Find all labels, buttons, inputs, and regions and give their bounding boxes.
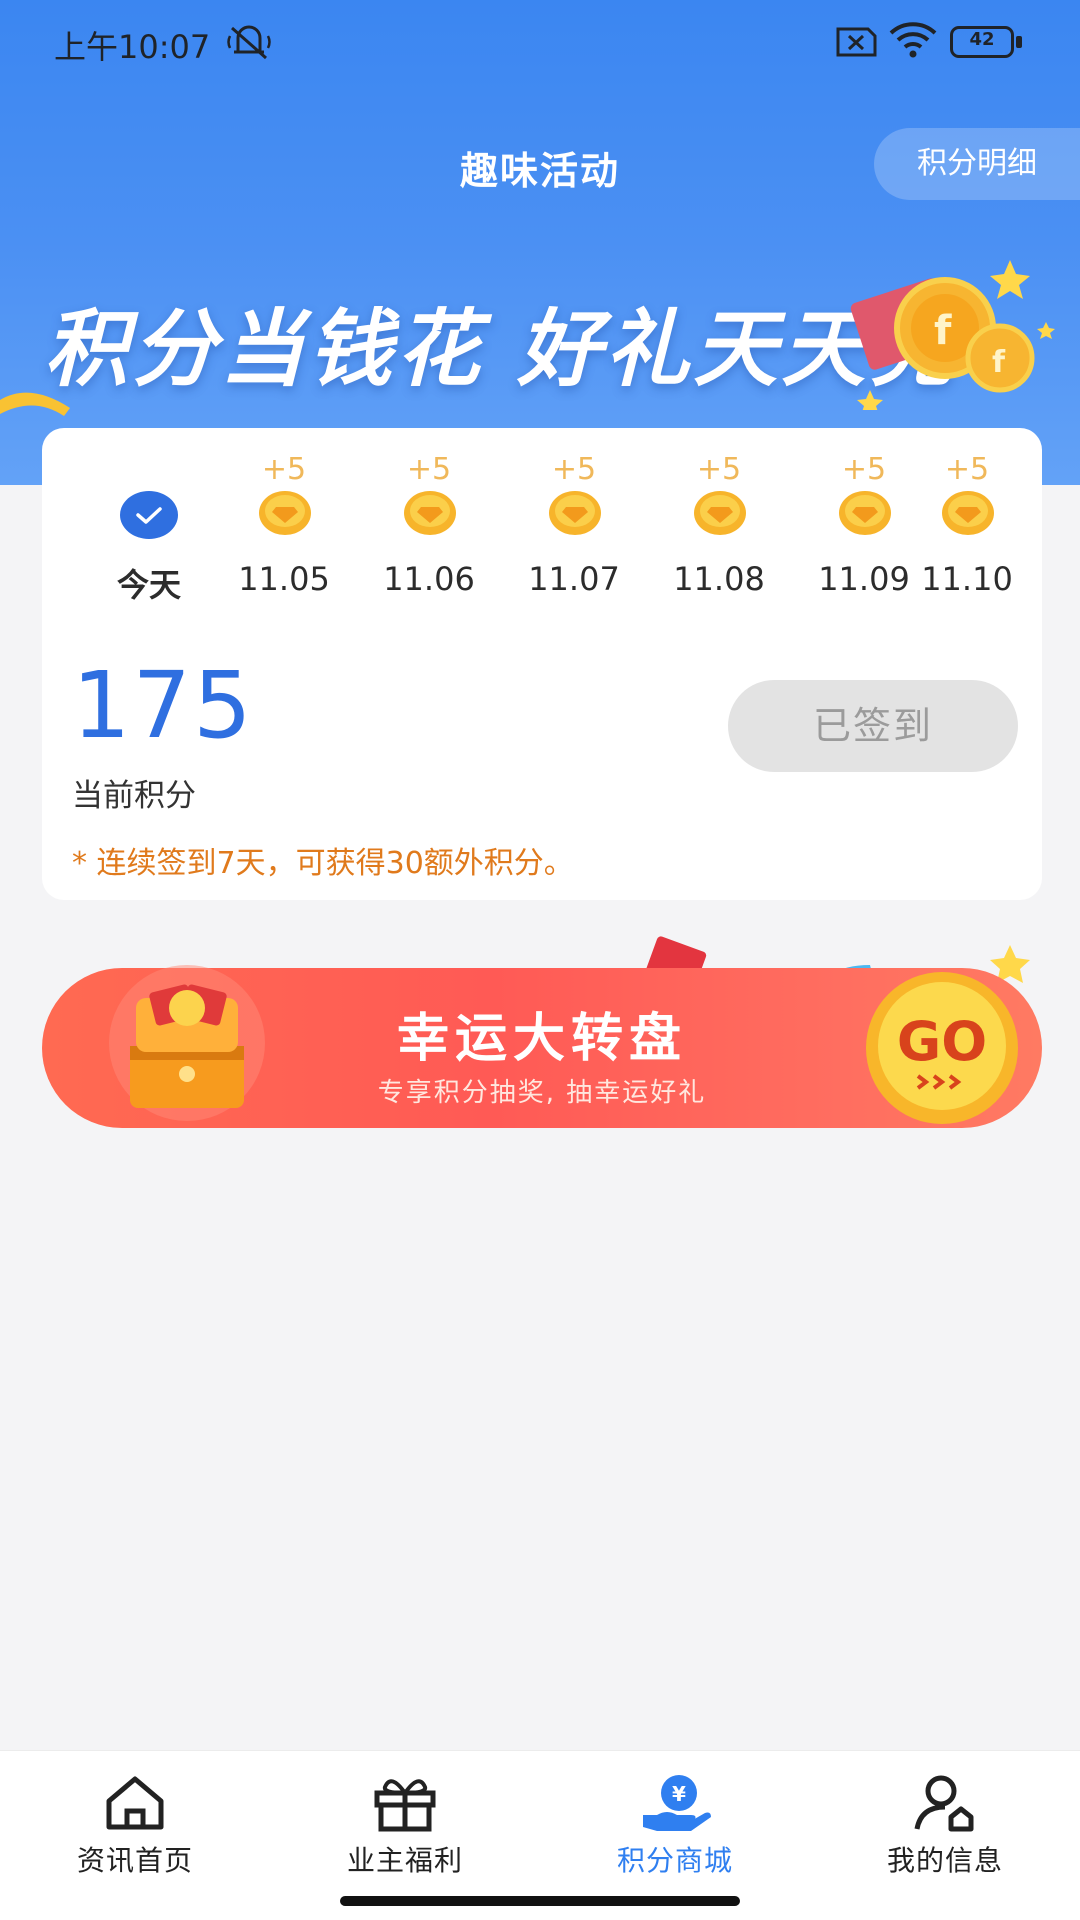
no-sim-icon <box>836 27 877 57</box>
points-detail-button[interactable]: 积分明细 <box>874 128 1080 200</box>
signin-hint: * 连续签到7天，可获得30额外积分。 <box>72 846 574 881</box>
points-label: 当前积分 <box>72 778 196 814</box>
points-mall-icon: ¥ <box>643 1775 711 1831</box>
points-value: 175 <box>72 652 254 759</box>
day-date: 11.06 <box>383 560 475 598</box>
coins-decoration-icon: f f <box>850 260 1055 410</box>
diamond-coin-icon <box>839 491 891 535</box>
nav-item-profile[interactable]: 我的信息 <box>810 1773 1080 1879</box>
status-bar: 上午10:07 42 <box>0 0 1080 84</box>
nav-item-points-mall[interactable]: ¥ 积分商城 <box>540 1773 810 1879</box>
battery-level: 42 <box>969 29 995 50</box>
day-bonus: +5 <box>551 452 597 487</box>
app-screen: 上午10:07 42 趣味活动 积分明细 积分当钱花 好礼天天兑 f f 今天 … <box>0 0 1080 1920</box>
diamond-coin-icon <box>404 491 456 535</box>
diamond-coin-icon <box>942 491 994 535</box>
day-bonus: +5 <box>406 452 452 487</box>
day-date: 11.07 <box>528 560 620 598</box>
nav-label: 资讯首页 <box>76 1844 193 1877</box>
diamond-coin-icon <box>259 491 311 535</box>
wifi-icon <box>889 22 937 58</box>
status-time: 上午10:07 <box>54 28 211 66</box>
nav-label: 积分商城 <box>616 1844 733 1877</box>
signin-card: 今天 +5 11.05 +5 11.06 +5 11.07 +5 11.08 +… <box>42 428 1042 900</box>
nav-item-welfare[interactable]: 业主福利 <box>270 1773 540 1879</box>
day-bonus: +5 <box>261 452 307 487</box>
day-date: 11.10 <box>921 560 1013 598</box>
bottom-nav: 资讯首页 业主福利 ¥ 积分商城 我的信息 <box>0 1750 1080 1920</box>
home-icon <box>106 1776 164 1830</box>
day-date: 今天 <box>116 566 181 604</box>
nav-item-home[interactable]: 资讯首页 <box>0 1773 270 1879</box>
diamond-coin-icon <box>694 491 746 535</box>
checked-icon <box>120 491 178 539</box>
go-label: GO <box>897 1010 987 1073</box>
day-bonus: +5 <box>944 452 990 487</box>
profile-icon <box>914 1775 974 1832</box>
svg-text:f: f <box>934 308 952 354</box>
lucky-wheel-banner[interactable]: 幸运大转盘 专享积分抽奖, 抽幸运好礼 GO <box>42 965 1042 1128</box>
diamond-coin-icon <box>549 491 601 535</box>
day-date: 11.05 <box>238 560 330 598</box>
signed-in-button[interactable]: 已签到 <box>728 680 1018 772</box>
gift-icon <box>374 1779 436 1832</box>
svg-text:f: f <box>992 345 1006 380</box>
svg-text:¥: ¥ <box>672 1782 686 1806</box>
nav-label: 我的信息 <box>886 1844 1003 1877</box>
mute-icon <box>227 25 271 60</box>
go-button[interactable]: GO <box>862 968 1022 1128</box>
day-date: 11.08 <box>673 560 765 598</box>
nav-label: 业主福利 <box>346 1844 463 1877</box>
home-indicator[interactable] <box>340 1896 740 1906</box>
slogan-banner: 积分当钱花 好礼天天兑 <box>44 300 958 398</box>
day-bonus: +5 <box>696 452 742 487</box>
battery-icon: 42 <box>950 26 1022 58</box>
